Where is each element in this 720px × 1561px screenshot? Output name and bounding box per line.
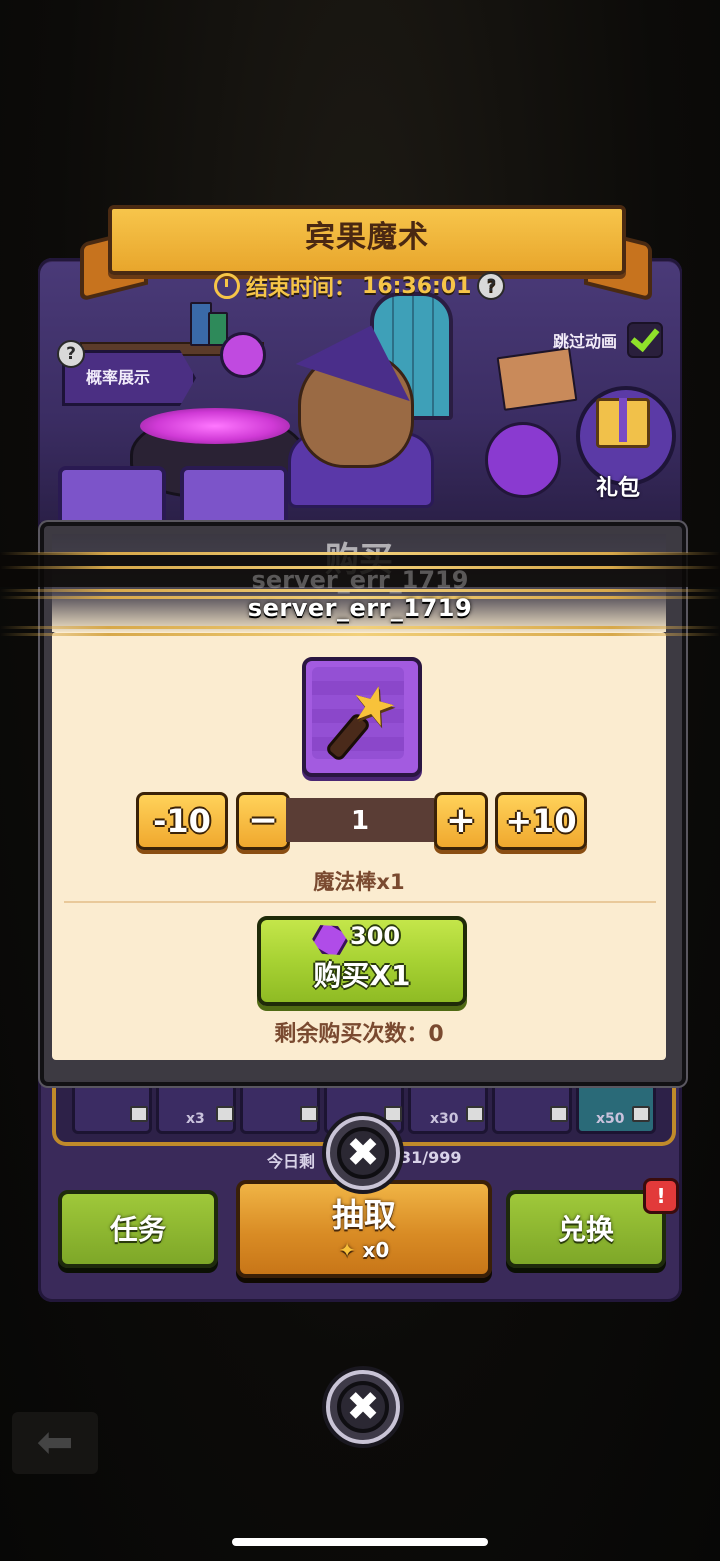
remaining-purchases: 剩余购买次数：0 xyxy=(274,1022,444,1047)
event-title: 宾果魔术 xyxy=(305,220,429,255)
grid-count: x3 xyxy=(186,1111,205,1127)
gift-label: 礼包 xyxy=(596,476,641,501)
home-indicator[interactable] xyxy=(232,1538,488,1546)
help-icon[interactable]: ? xyxy=(477,272,506,300)
draw-label: 抽取 xyxy=(331,1196,396,1234)
toast-streak xyxy=(0,626,720,629)
exchange-button[interactable]: 兑换 xyxy=(506,1190,666,1268)
quantity-field[interactable]: 1 xyxy=(286,798,434,842)
gift-icon xyxy=(596,398,650,448)
timer-value: 16:36:01 xyxy=(362,273,472,299)
lock-icon xyxy=(550,1106,568,1122)
error-toast: server_err_1719 xyxy=(247,594,473,622)
timer-row: 结束时间： 16:36:01 ? xyxy=(214,270,506,302)
minus-ten-button[interactable]: -10 xyxy=(136,792,228,850)
close-icon: ✖ xyxy=(346,1130,380,1176)
back-arrow-icon[interactable]: ⬅ xyxy=(12,1412,98,1474)
notification-badge: ! xyxy=(643,1178,679,1214)
price: 300 xyxy=(350,922,401,950)
toast-streak xyxy=(0,552,720,555)
minus-button[interactable]: − xyxy=(236,792,290,850)
timer-label: 结束时间： xyxy=(246,276,357,301)
grid-count: x50 xyxy=(596,1111,625,1127)
potion xyxy=(485,422,561,498)
error-toast-ghost: server_err_1719 xyxy=(251,566,469,594)
skip-animation-toggle[interactable]: 跳过动画 xyxy=(553,322,664,358)
lock-icon xyxy=(632,1106,650,1122)
lock-icon xyxy=(130,1106,148,1122)
draw-cost-value: x0 xyxy=(362,1238,390,1262)
draw-button[interactable]: 抽取 ✦ x0 xyxy=(236,1180,492,1278)
lock-icon xyxy=(300,1106,318,1122)
item-name: 魔法棒x1 xyxy=(313,870,405,894)
daily-label: 今日剩 xyxy=(267,1152,316,1171)
skip-animation-label: 跳过动画 xyxy=(553,332,618,351)
plus-ten-button[interactable]: +10 xyxy=(495,792,587,850)
plus-button[interactable]: + xyxy=(434,792,488,850)
magic-wand-icon: ✦ xyxy=(338,1238,356,1262)
tasks-label: 任务 xyxy=(109,1213,166,1246)
cauldron-brew xyxy=(140,408,290,444)
modal-close-button[interactable]: ✖ xyxy=(326,1370,400,1444)
timer-icon xyxy=(214,273,240,299)
help-icon[interactable]: ? xyxy=(57,340,85,368)
lock-icon xyxy=(466,1106,484,1122)
exchange-label: 兑换 xyxy=(557,1213,614,1246)
potion xyxy=(220,332,266,378)
toast-streak xyxy=(0,633,720,636)
close-button[interactable]: ✖ xyxy=(326,1116,400,1190)
close-icon: ✖ xyxy=(346,1384,380,1430)
divider xyxy=(64,901,656,903)
draw-cost: ✦ x0 xyxy=(240,1238,488,1262)
lock-icon xyxy=(216,1106,234,1122)
probability-label: 概率展示 xyxy=(86,368,151,387)
grid-count: x30 xyxy=(430,1111,459,1127)
daily-count: 31/999 xyxy=(400,1148,462,1167)
checkmark-icon[interactable] xyxy=(627,322,664,358)
tasks-button[interactable]: 任务 xyxy=(58,1190,218,1268)
buy-label: 购买X1 xyxy=(313,959,411,992)
